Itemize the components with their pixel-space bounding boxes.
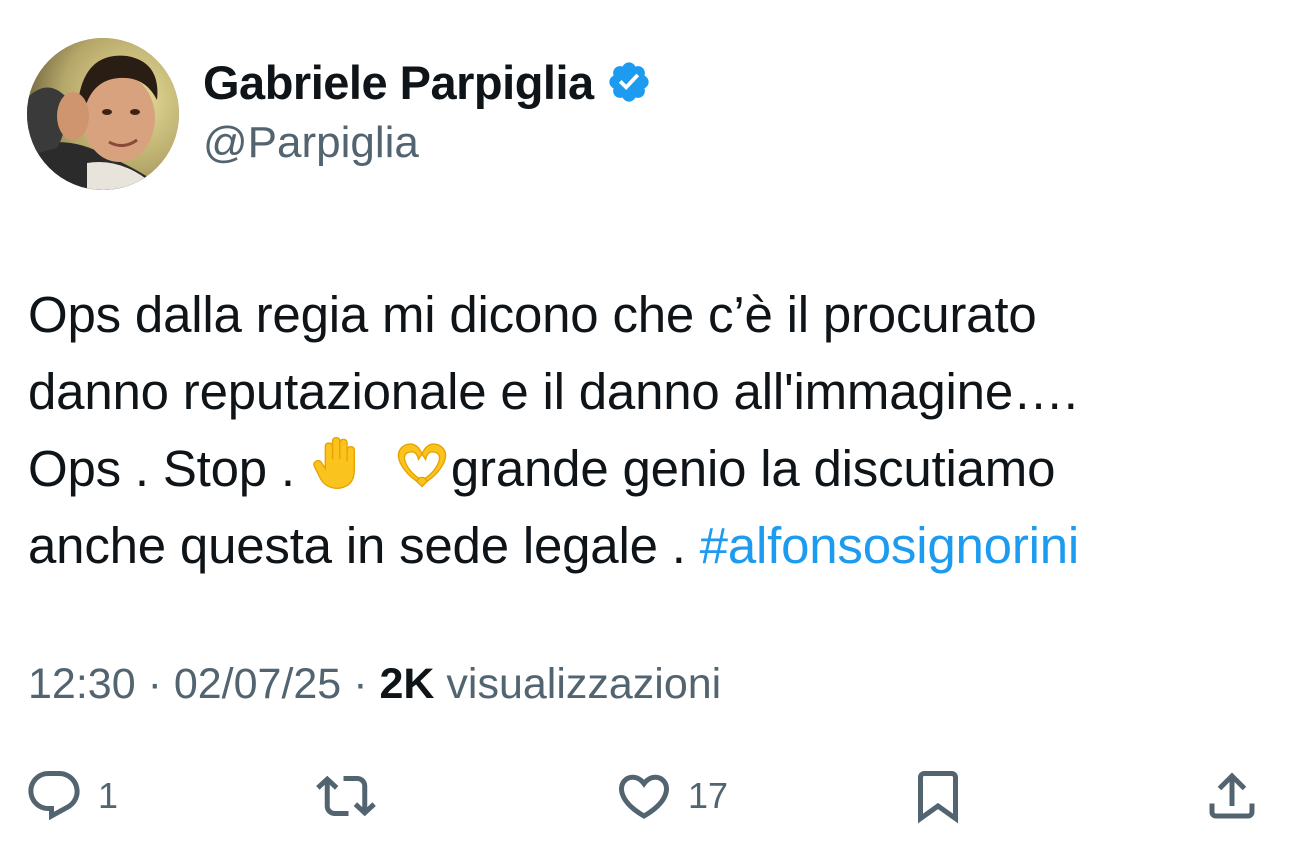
tweet-time[interactable]: 12:30 bbox=[28, 660, 136, 708]
retweet-button[interactable] bbox=[316, 764, 390, 828]
tweet-line-3-start: Ops . Stop . bbox=[28, 440, 309, 497]
tweet-line-4: anche questa in sede legale . #alfonsosi… bbox=[28, 507, 1258, 584]
tweet-line-4-text: anche questa in sede legale . bbox=[28, 517, 700, 574]
like-button[interactable]: 17 bbox=[614, 764, 728, 828]
meta-separator: · bbox=[353, 660, 380, 708]
name-row: Gabriele Parpiglia bbox=[203, 52, 652, 112]
bookmark-button[interactable] bbox=[908, 764, 968, 828]
views-label: visualizzazioni bbox=[446, 660, 722, 708]
avatar[interactable] bbox=[27, 38, 179, 190]
hashtag-link[interactable]: #alfonsosignorini bbox=[700, 517, 1080, 574]
reply-icon bbox=[28, 771, 80, 821]
author-block: Gabriele Parpiglia @Parpiglia bbox=[203, 52, 652, 168]
views-count: 2K bbox=[379, 660, 435, 708]
share-icon bbox=[1209, 772, 1255, 819]
like-count: 17 bbox=[688, 775, 729, 816]
raised-hand-emoji-icon bbox=[309, 434, 367, 492]
tweet-line-3: Ops . Stop . grande genio la discutiamo bbox=[28, 430, 1258, 507]
tweet-line-3-end: grande genio la discutiamo bbox=[450, 440, 1056, 497]
tweet-line-1: Ops dalla regia mi dicono che c’è il pro… bbox=[28, 286, 1037, 343]
share-button[interactable] bbox=[1202, 764, 1262, 828]
tweet-meta: 12:30 · 02/07/25 · 2K visualizzazioni bbox=[28, 660, 721, 709]
avatar-photo bbox=[27, 38, 179, 190]
tweet-line-2: danno reputazionale e il danno all'immag… bbox=[28, 363, 1078, 420]
bookmark-icon bbox=[918, 771, 958, 824]
retweet-icon bbox=[316, 775, 376, 817]
action-bar: 1 17 bbox=[0, 764, 1290, 828]
heart-hands-emoji-icon bbox=[393, 434, 451, 492]
reply-count: 1 bbox=[98, 775, 119, 816]
tweet-date[interactable]: 02/07/25 bbox=[174, 660, 341, 708]
verified-badge-icon[interactable] bbox=[606, 59, 652, 105]
user-handle[interactable]: @Parpiglia bbox=[203, 118, 652, 168]
display-name[interactable]: Gabriele Parpiglia bbox=[203, 55, 594, 110]
tweet-card: Gabriele Parpiglia @Parpiglia Ops dalla … bbox=[0, 0, 1290, 855]
reply-button[interactable]: 1 bbox=[24, 764, 118, 828]
meta-separator: · bbox=[147, 660, 174, 708]
heart-icon bbox=[618, 774, 670, 819]
tweet-text: Ops dalla regia mi dicono che c’è il pro… bbox=[28, 276, 1258, 584]
